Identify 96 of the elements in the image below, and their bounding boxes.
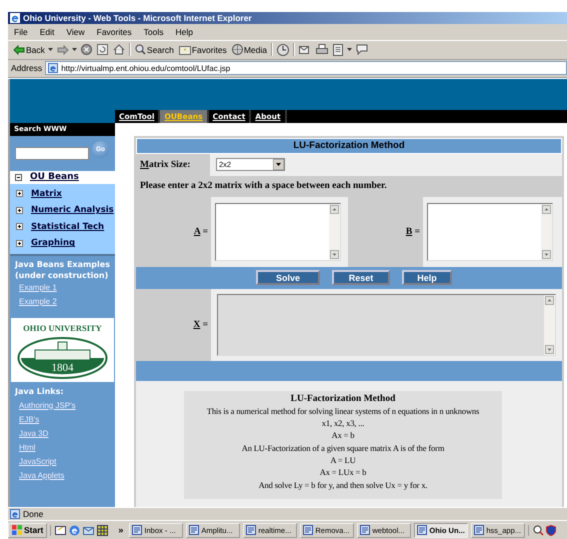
start-button[interactable]: Start [8,522,48,538]
form-title: LU-Factorization Method [293,140,405,151]
form-button[interactable]: Solve [256,270,320,286]
more-button[interactable]: » [115,525,126,536]
field-label: Matrix Size: [140,160,190,170]
collapse-icon[interactable] [15,174,22,181]
scrollbar[interactable] [329,204,340,260]
expand-icon[interactable] [16,223,23,230]
scroll-down-icon [542,250,551,259]
browser-icon[interactable] [69,524,80,536]
address-field[interactable]: http://virtualmp.ent.ohiou.edu/comtool/LUfac.jsp [45,61,567,76]
tree-item[interactable]: Statistical Tech [31,222,104,232]
field-label: X = [193,320,208,330]
printer-icon [316,44,328,56]
toolbar-button[interactable] [276,44,290,56]
menu-item[interactable]: Favorites [90,26,138,37]
toolbar-button[interactable]: Search [134,44,175,56]
caret-icon[interactable] [48,48,53,52]
search-field[interactable] [15,146,89,160]
app-icon [132,525,142,536]
app-icon [303,525,314,536]
speech-bubble-icon [356,44,368,56]
page-icon [10,509,20,520]
history-icon [276,44,289,56]
toolbar-button[interactable] [332,44,345,56]
toolbar-button[interactable]: Back [12,44,46,55]
search-icon [134,44,146,56]
section-heading: Java Links: [15,386,65,397]
scroll-down-icon [545,344,554,354]
address-label: Address [11,63,42,74]
magnifier-icon[interactable] [533,524,544,536]
form-button[interactable]: Reset [332,270,390,286]
tree-item[interactable]: Graphing [31,238,76,248]
expand-icon[interactable] [16,206,23,214]
toolbar-button[interactable] [112,44,126,56]
scroll-down-icon [330,250,339,259]
caret-icon[interactable] [346,48,352,52]
page-icon [48,63,58,74]
left-arrow-icon [13,44,25,55]
scroll-up-icon [330,204,339,214]
toolbar-button[interactable] [354,44,369,56]
document-icon [332,44,344,56]
menu-item[interactable]: Edit [34,26,60,37]
app-icon [189,525,200,536]
app-icon [417,525,428,536]
grid-icon[interactable] [97,524,108,536]
windows-flag-icon [12,525,22,536]
window-title: Ohio University - Web Tools - Microsoft Internet Explorer [23,12,252,23]
menu-item[interactable]: Help [169,26,199,37]
toolbar-button[interactable] [80,44,93,56]
toolbar-button[interactable] [298,44,312,56]
desktop-icon[interactable] [55,524,66,536]
toolbar-button[interactable] [314,44,329,56]
dropdown-arrow-icon [273,159,284,170]
app-icon [474,525,484,536]
toolbar-button[interactable]: Favorites [178,44,228,55]
description-title: LU-Factorization Method [290,392,396,405]
mail-icon [298,44,311,56]
refresh-icon [96,44,108,56]
stop-icon [80,44,92,56]
expand-icon[interactable] [16,240,23,247]
description-line: And solve Ly = b for y, and then solve Ux = y for x. [258,478,428,491]
description-line: Ax = b [330,429,356,442]
description-line: x1, x2, x3, ... [320,417,366,430]
shield-icon[interactable] [546,524,556,536]
expand-icon[interactable] [16,190,23,198]
description-line: A = LU [329,454,357,466]
menu-item[interactable]: View [60,26,91,37]
mail-icon[interactable] [83,524,94,536]
toolbar-button[interactable]: Media [230,44,268,56]
matrix-input[interactable] [427,202,553,261]
field-label: B = [406,226,420,237]
menu-item[interactable]: Tools [138,26,170,37]
instruction-text: Please enter a 2x2 matrix with a space between each number. [140,181,387,192]
app-icon [360,525,370,536]
tree-item[interactable]: Matrix [31,188,62,199]
form-button[interactable]: Help [402,270,452,286]
home-icon [112,44,125,56]
scrollbar[interactable] [544,294,555,355]
matrix-input[interactable] [215,202,341,261]
tree-item[interactable]: Numeric Analysis [31,205,114,216]
app-icon [246,525,256,536]
status-text: Done [23,509,44,520]
section-heading: Java Beans Examples (under construction) [15,258,111,281]
description-line: An LU-Factorization of a given square matrix A is of the form [240,442,446,454]
right-arrow-icon [56,44,69,55]
globe-icon [232,44,243,56]
scroll-up-icon [545,296,554,305]
description-line: Ax = LUx = b [318,466,368,479]
menu-item[interactable]: File [8,26,34,37]
toolbar-button[interactable] [96,44,109,56]
scroll-up-icon [542,204,551,214]
scrollbar[interactable] [541,204,552,260]
field-label: A = [194,226,208,237]
caret-icon[interactable] [72,48,77,52]
description-line: This is a numerical method for solving linear systems of n equations in n unknowns [206,404,480,418]
